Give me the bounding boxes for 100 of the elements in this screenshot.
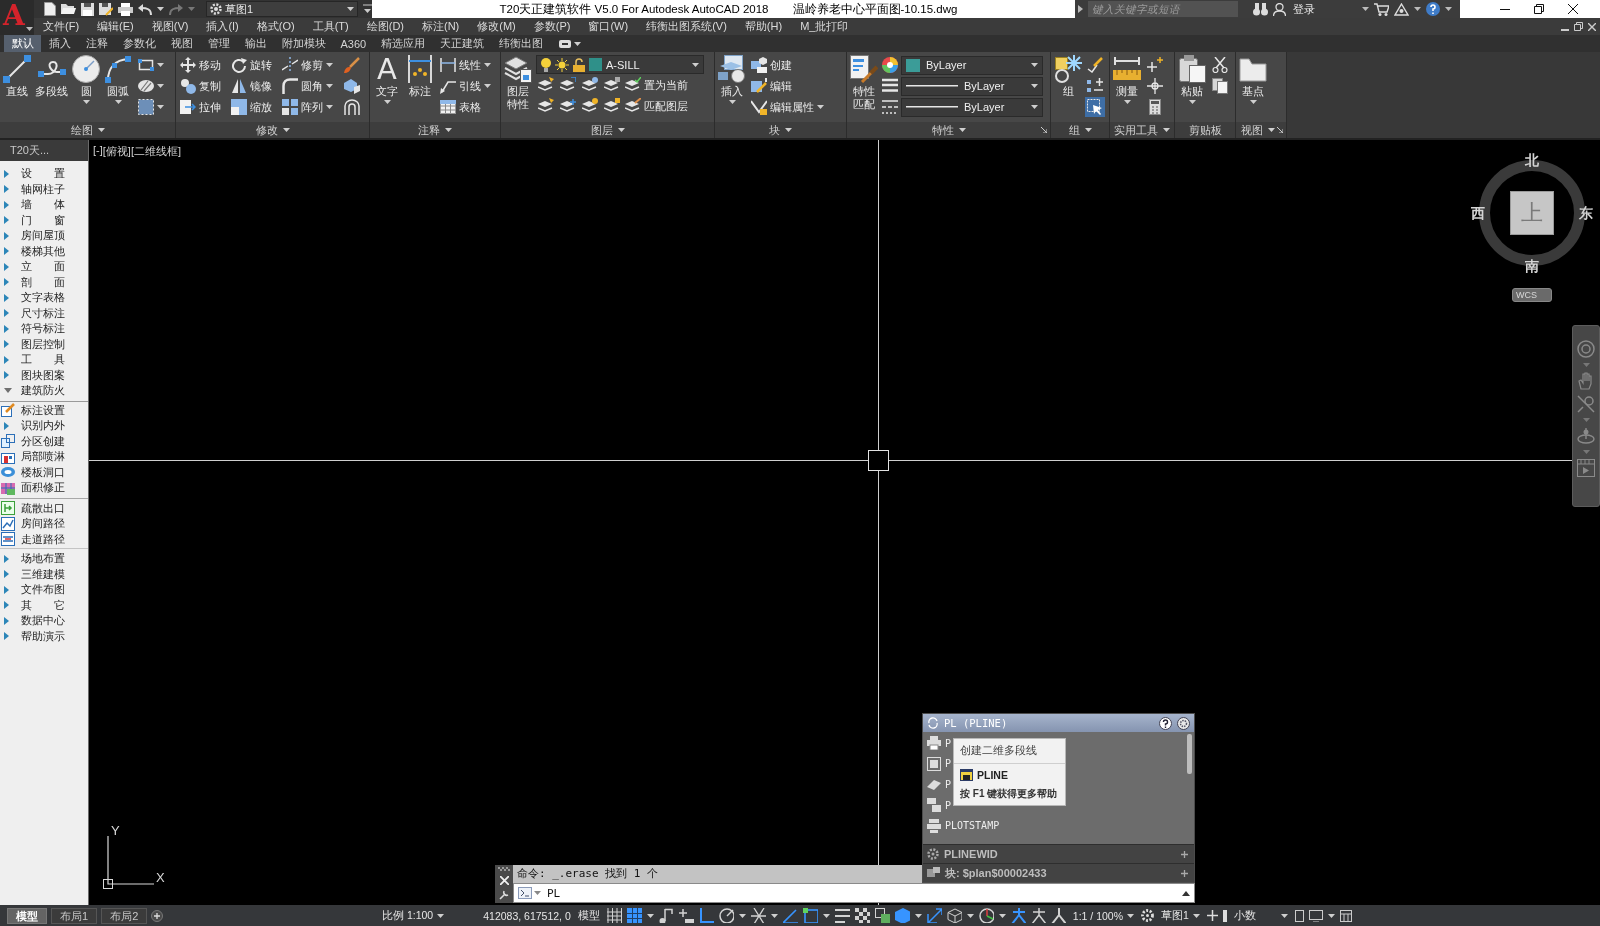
printer-icon[interactable]	[118, 2, 133, 16]
ribbon-tab[interactable]: 参数化	[115, 35, 163, 52]
ribbon-tab[interactable]: 输出	[237, 35, 274, 52]
menu-item[interactable]: 房间路径	[0, 516, 88, 532]
coordinate-system-menu[interactable]: WCS	[1512, 288, 1552, 302]
panel-title-button[interactable]: 修改	[253, 123, 292, 137]
tool-button[interactable]: 复制	[179, 76, 222, 96]
menu-item[interactable]: 房间屋顶	[0, 228, 88, 244]
icon-button[interactable]	[1145, 55, 1165, 75]
menu-item[interactable]: 修改(M)	[468, 19, 525, 34]
tool-button[interactable]: 标注	[406, 55, 434, 98]
tool-button[interactable]: 拉伸	[179, 97, 222, 117]
menu-item[interactable]: 标注设置	[0, 402, 88, 418]
undo-arrow-icon[interactable]	[138, 3, 152, 15]
gizmo-icon[interactable]	[978, 908, 994, 923]
sign-in-button[interactable]: 登录	[1291, 1, 1317, 17]
plus-icon[interactable]	[151, 909, 164, 922]
compass-label[interactable]: 东	[1579, 205, 1593, 221]
redo-arrow-icon[interactable]	[169, 3, 183, 15]
menu-item[interactable]: 帮助(H)	[735, 19, 792, 34]
menu-item[interactable]: 图块图案	[0, 367, 88, 383]
space-button[interactable]: 模型	[575, 907, 602, 924]
toolbar-menu-icon[interactable]	[363, 3, 372, 15]
caret-icon[interactable]	[738, 913, 746, 918]
menu-item[interactable]: 场地布置	[0, 551, 88, 567]
menu-item[interactable]: 楼板洞口	[0, 464, 88, 480]
gear-icon[interactable]	[1141, 909, 1154, 922]
menu-item[interactable]: 标注(N)	[413, 19, 469, 34]
panel-title-button[interactable]: 块	[767, 123, 794, 137]
restore-icon[interactable]	[1574, 22, 1583, 31]
settings-icon[interactable]	[1177, 716, 1190, 730]
tool-button[interactable]: 图层特性	[504, 55, 532, 111]
layout-tab[interactable]: 模型	[7, 907, 47, 924]
ribbon-tab[interactable]: 插入	[41, 35, 78, 52]
compass-label[interactable]: 西	[1471, 205, 1485, 221]
user-icon[interactable]	[1273, 2, 1286, 16]
lines-icon[interactable]	[834, 908, 850, 923]
icon-button[interactable]	[1085, 55, 1105, 75]
autocomplete-item[interactable]: PLOTSTAMP	[923, 815, 1001, 836]
command-input[interactable]: PL	[547, 885, 1176, 901]
help-icon[interactable]	[1426, 2, 1440, 16]
folder-open-icon[interactable]	[61, 3, 76, 15]
tool-button[interactable]: 直线	[3, 55, 31, 98]
compass-label[interactable]: 南	[1525, 258, 1539, 274]
menu-item[interactable]: 数据中心	[0, 613, 88, 629]
icon-button[interactable]	[136, 97, 166, 117]
menu-item[interactable]: 识别内外	[0, 418, 88, 434]
viewport-control[interactable]: [二维线框]	[130, 144, 182, 159]
autocomplete-item[interactable]: P	[923, 733, 953, 754]
axis-arrow-icon[interactable]	[926, 908, 942, 923]
icon-button[interactable]	[342, 55, 362, 75]
tool-button[interactable]: 置为当前	[624, 75, 689, 95]
menu-item[interactable]: 帮助演示	[0, 628, 88, 644]
tool-button[interactable]: 阵列	[281, 97, 334, 117]
tool-button[interactable]: 移动	[179, 55, 222, 75]
cube-icon[interactable]	[894, 908, 910, 923]
icon-button[interactable]	[342, 97, 362, 117]
angle-icon[interactable]	[782, 908, 798, 923]
dot-grid-icon[interactable]	[626, 908, 642, 923]
hand-icon[interactable]	[1578, 372, 1594, 390]
launcher-arrow-icon[interactable]	[1041, 127, 1047, 133]
tool-button[interactable]: A 文字	[373, 55, 401, 104]
tool-button[interactable]: 圆	[72, 55, 100, 104]
menu-item[interactable]: 编辑(E)	[88, 19, 143, 34]
tool-button[interactable]: 组	[1054, 55, 1082, 98]
viewport-control[interactable]: [-]	[93, 144, 103, 159]
ribbon-tab[interactable]: A360	[333, 35, 374, 52]
prompt-button[interactable]	[518, 887, 541, 899]
zoom-icon[interactable]	[1577, 395, 1595, 413]
tool-button[interactable]: 圆角	[281, 76, 334, 96]
tool-button[interactable]: 镜像	[230, 76, 273, 96]
orbit-icon[interactable]	[1577, 427, 1595, 445]
menu-item[interactable]: 格式(O)	[247, 19, 304, 34]
units-dropdown[interactable]: 小数	[1231, 907, 1290, 924]
property-dropdown[interactable]: ByLayer	[901, 97, 1043, 117]
property-dropdown[interactable]: ByLayer	[901, 76, 1043, 96]
color-wheel-icon[interactable]	[882, 57, 898, 73]
menu-item[interactable]: 三维建模	[0, 566, 88, 582]
wire-cube-icon[interactable]	[946, 908, 962, 923]
command-line-field[interactable]: PL	[513, 883, 1195, 903]
tool-button[interactable]: 粘贴	[1178, 55, 1206, 104]
menu-item[interactable]: 工具(T)	[303, 19, 358, 34]
new-file-icon[interactable]	[44, 2, 56, 16]
tool-button[interactable]: 编辑属性	[750, 97, 825, 117]
note-icon[interactable]	[658, 908, 674, 923]
menu-item[interactable]: 文字表格	[0, 290, 88, 306]
menu-item[interactable]: 其 它	[0, 597, 88, 613]
layout-tab[interactable]: 布局1	[51, 907, 98, 924]
menu-item[interactable]: 剖 面	[0, 274, 88, 290]
viewport-control[interactable]: [俯视]	[102, 144, 131, 159]
menu-item[interactable]: 文件布图	[0, 582, 88, 598]
caret-icon[interactable]	[822, 913, 830, 918]
tool-button[interactable]: 特性匹配	[850, 55, 878, 111]
menu-item[interactable]: 分区创建	[0, 433, 88, 449]
menu-item[interactable]: 工 具	[0, 352, 88, 368]
checker-icon[interactable]	[854, 908, 870, 923]
caret-icon[interactable]	[966, 913, 974, 918]
menu-item[interactable]: 面积修正	[0, 480, 88, 496]
property-dropdown[interactable]: ByLayer	[901, 55, 1043, 75]
scrollbar-thumb[interactable]	[1187, 734, 1192, 774]
